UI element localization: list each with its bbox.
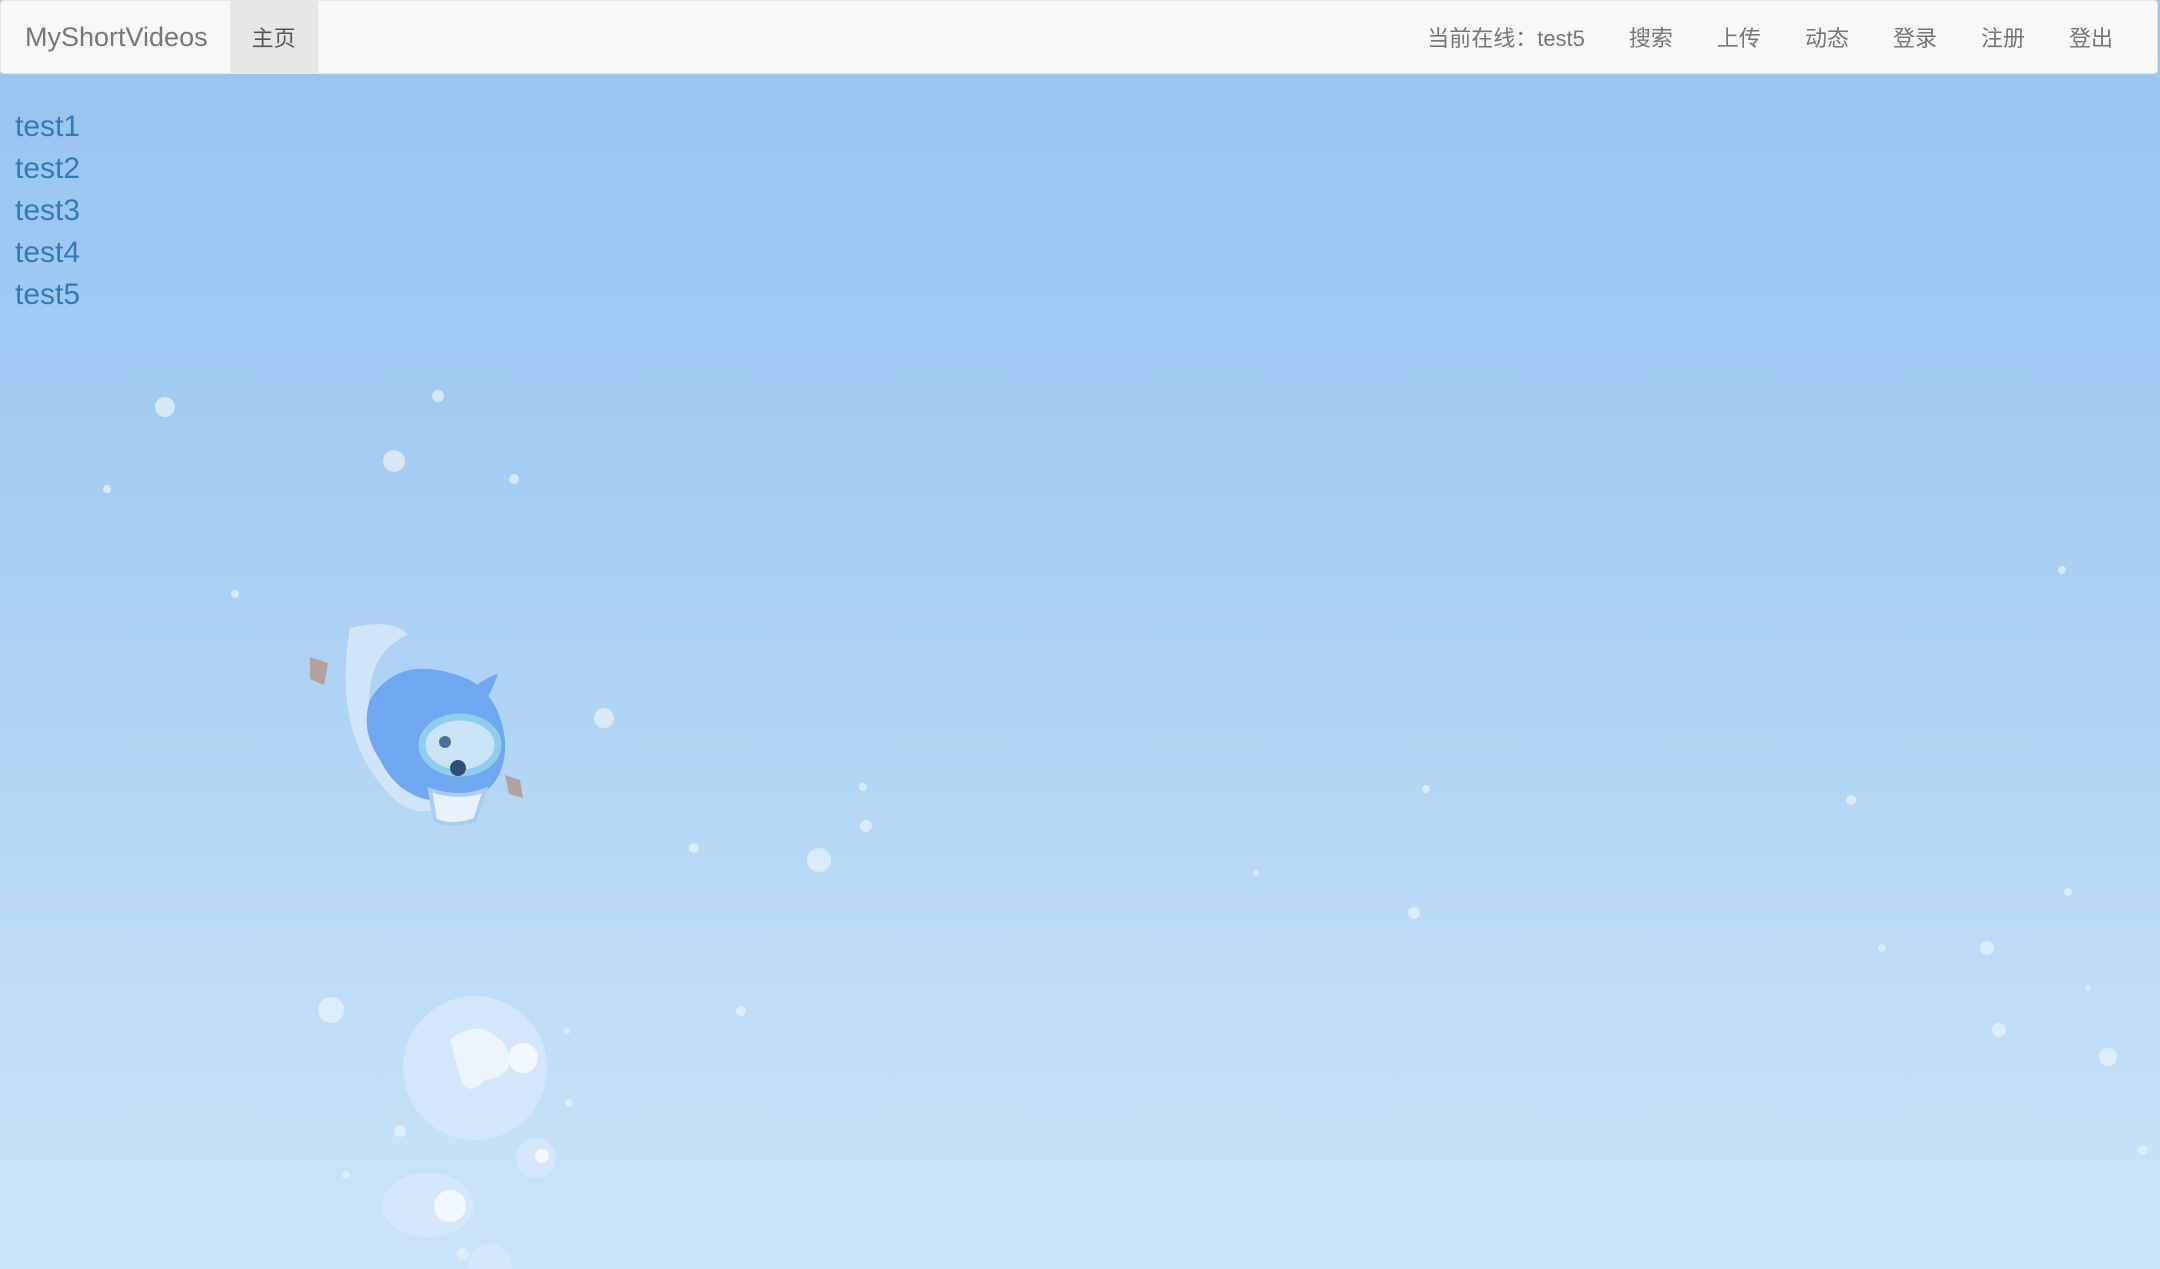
user-link-test2[interactable]: test2 [15,148,80,190]
user-link-test4[interactable]: test4 [15,232,80,274]
top-navbar: MyShortVideos 主页 当前在线：test5 搜索 上传 动态 登录 … [0,0,2158,74]
user-list: test1 test2 test3 test4 test5 [15,106,80,316]
current-online-status[interactable]: 当前在线：test5 [1405,1,1607,73]
nav-logout[interactable]: 登出 [2047,1,2135,73]
user-link-test1[interactable]: test1 [15,106,80,148]
nav-right: 当前在线：test5 搜索 上传 动态 登录 注册 登出 [1405,1,2157,73]
nav-feed[interactable]: 动态 [1783,1,1871,73]
user-link-test3[interactable]: test3 [15,190,80,232]
nav-home[interactable]: 主页 [229,1,318,73]
nav-left: 主页 [229,1,318,73]
user-link-test5[interactable]: test5 [15,274,80,316]
brand-link[interactable]: MyShortVideos [1,1,230,73]
nav-login[interactable]: 登录 [1871,1,1959,73]
nav-search[interactable]: 搜索 [1607,1,1695,73]
bubbles [103,390,2148,1260]
large-bubble [382,996,556,1269]
background-illustration [103,390,2148,1269]
diver-dolphin-illustration [310,624,523,826]
nav-register[interactable]: 注册 [1959,1,2047,73]
nav-upload[interactable]: 上传 [1695,1,1783,73]
